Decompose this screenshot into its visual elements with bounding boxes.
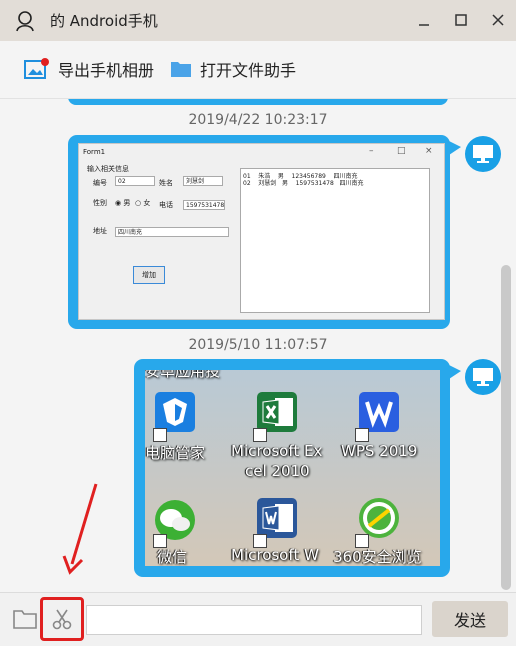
avatar — [465, 359, 501, 395]
folder-icon — [171, 62, 191, 77]
form-window-title: Form1 — [83, 148, 106, 156]
add-button: 增加 — [133, 266, 165, 284]
export-album-button[interactable]: 导出手机相册 — [24, 55, 154, 83]
user-icon — [16, 10, 34, 31]
shortcut-arrow-icon — [153, 428, 167, 442]
timestamp: 2019/4/22 10:23:17 — [188, 112, 328, 128]
toolbar: 导出手机相册 打开文件助手 — [0, 41, 516, 99]
female-label: 女 — [143, 199, 151, 207]
form-screenshot[interactable]: Form1 – □ × 输入相关信息 编号 02 姓名 刘慧剑 性别 ◉ 男 ○… — [78, 143, 445, 320]
phone-label: 电话 — [159, 201, 173, 209]
close-button[interactable] — [488, 10, 508, 30]
browser-360-icon — [359, 498, 399, 538]
list-item: 02 刘慧剑 男 1597531478 四川南充 — [243, 180, 364, 187]
id-field: 02 — [115, 176, 155, 186]
scissors-icon — [52, 609, 72, 630]
desktop-icon-label: 电脑管家 — [145, 444, 206, 462]
scrollbar-thumb[interactable] — [501, 265, 511, 590]
male-label: 男 — [123, 199, 131, 207]
bubble-tail — [449, 365, 461, 379]
excel-icon — [257, 392, 297, 432]
desktop-icon-label: 360安全浏览 — [333, 548, 422, 566]
shortcut-arrow-icon — [253, 428, 267, 442]
annotation-arrow — [62, 483, 98, 575]
form-close-icon: × — [425, 146, 433, 156]
computer-icon — [473, 145, 493, 163]
shortcut-arrow-icon — [355, 428, 369, 442]
composer-bar: 发送 — [0, 592, 516, 646]
title-bar: 的 Android手机 — [0, 0, 516, 41]
folder-icon — [13, 610, 37, 629]
minimize-icon — [419, 24, 429, 26]
computer-icon — [473, 368, 493, 386]
maximize-button[interactable] — [451, 10, 471, 30]
bubble-tail — [449, 141, 461, 155]
screenshot-button[interactable] — [40, 597, 84, 641]
window-title: 的 Android手机 — [50, 12, 158, 30]
desktop-icon-label: WPS 2019 — [341, 442, 418, 460]
female-radio: ○ 女 — [135, 199, 151, 207]
send-file-button[interactable] — [12, 607, 38, 631]
timestamp: 2019/5/10 11:07:57 — [188, 337, 328, 353]
word-icon — [257, 498, 297, 538]
phone-field: 1597531478 — [183, 200, 225, 210]
pc-manager-icon — [155, 392, 195, 432]
export-album-label: 导出手机相册 — [58, 61, 155, 80]
message-input[interactable] — [86, 605, 422, 635]
wps-icon — [359, 392, 399, 432]
send-button[interactable]: 发送 — [432, 601, 508, 637]
desktop-icon-label: Microsoft W — [231, 546, 319, 564]
desktop-top-text: 安卓应用投 — [145, 370, 221, 380]
minimize-button[interactable] — [414, 10, 434, 30]
form-maximize-icon: □ — [397, 146, 406, 156]
previous-message-bubble — [68, 99, 448, 105]
maximize-icon — [455, 14, 467, 26]
close-icon — [492, 14, 504, 26]
name-label: 姓名 — [159, 179, 173, 187]
desktop-icon-label: 微信 — [157, 548, 188, 566]
male-radio: ◉ 男 — [115, 199, 131, 207]
group-label: 输入相关信息 — [87, 165, 129, 173]
gender-label: 性别 — [93, 199, 107, 207]
desktop-icon-label: Microsoft Ex — [231, 442, 323, 460]
album-export-icon — [24, 58, 49, 79]
name-field: 刘慧剑 — [183, 176, 223, 186]
desktop-icon-label: cel 2010 — [245, 462, 310, 480]
records-list: 01 朱浩 男 123456789 四川南充 02 刘慧剑 男 15975314… — [240, 168, 430, 313]
id-label: 编号 — [93, 179, 107, 187]
address-label: 地址 — [93, 227, 107, 235]
desktop-screenshot[interactable]: 安卓应用投 电脑管家 Microsoft Ex cel 2010 WPS 201… — [145, 370, 440, 566]
address-field: 四川南充 — [115, 227, 229, 237]
open-file-assistant-button[interactable]: 打开文件助手 — [170, 55, 296, 83]
avatar — [465, 136, 501, 172]
form-minimize-icon: – — [369, 146, 374, 156]
open-file-assistant-label: 打开文件助手 — [200, 61, 297, 80]
